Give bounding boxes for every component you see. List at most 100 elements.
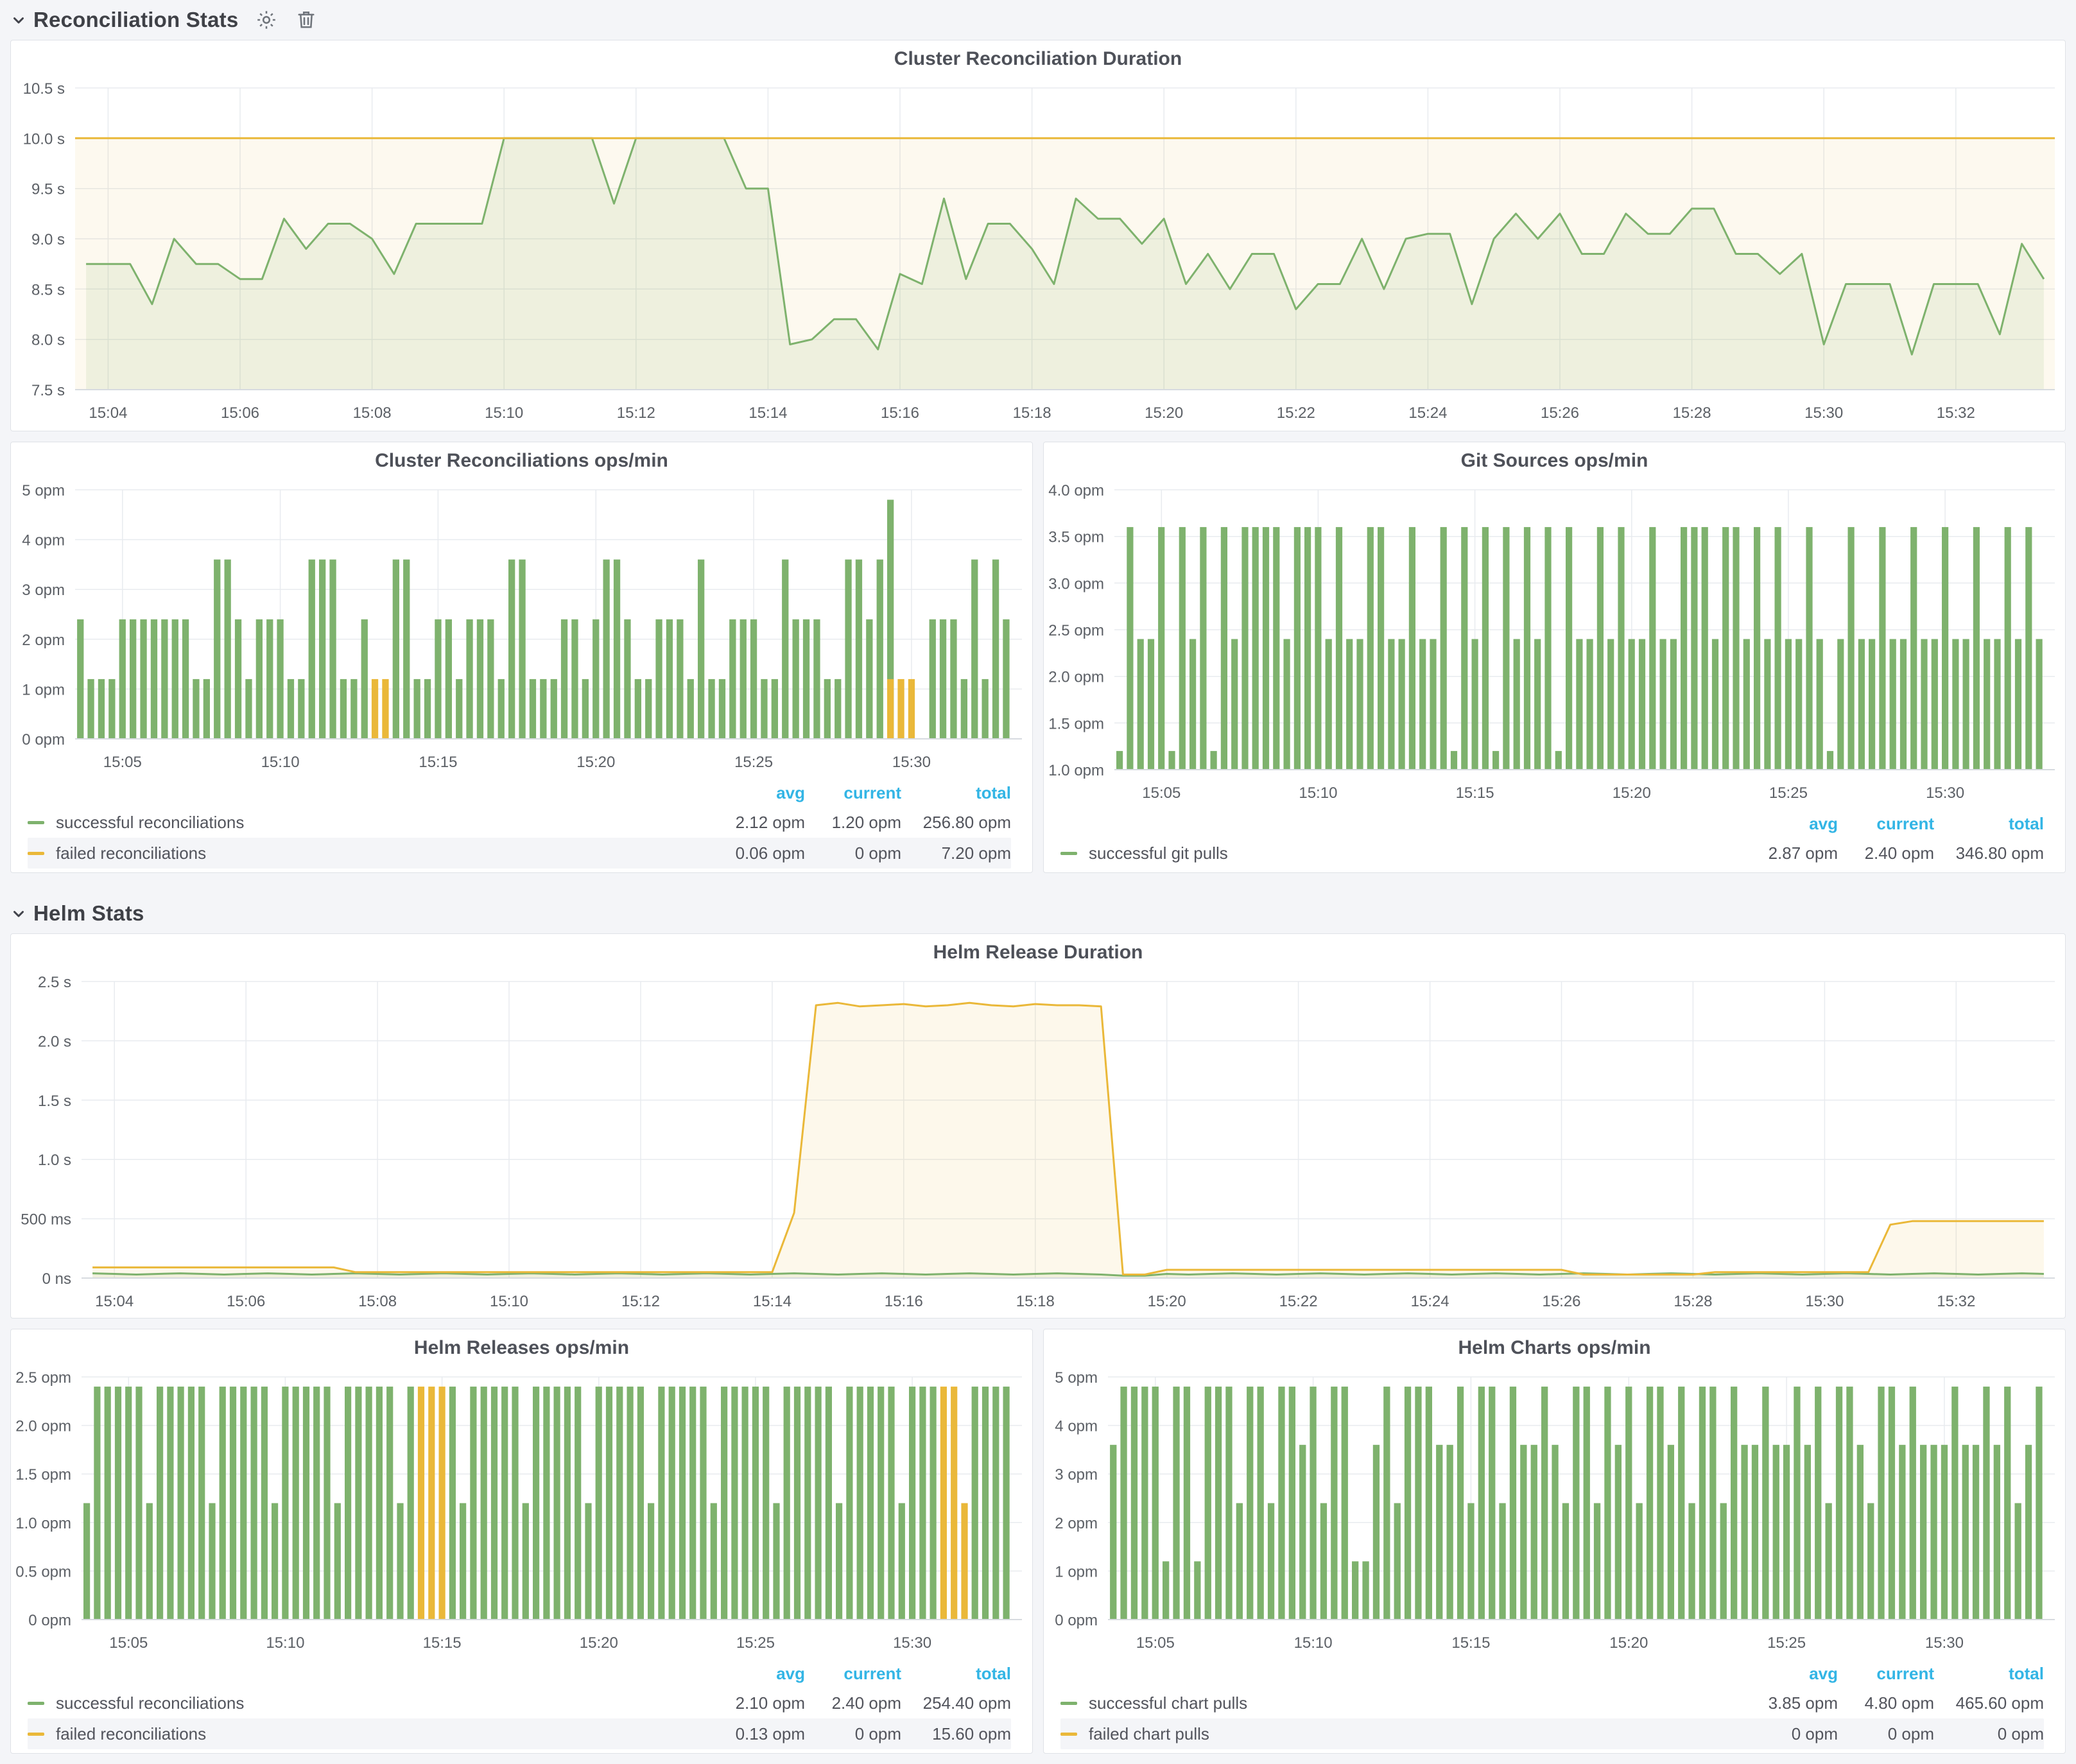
cluster-reconciliation-duration-chart[interactable]: 10.5 s10.0 s9.5 s9.0 s8.5 s8.0 s7.5 s15:… <box>11 78 2065 429</box>
panel-title[interactable]: Helm Charts ops/min <box>1044 1329 2065 1367</box>
helm-releases-ops-chart[interactable]: 2.5 opm2.0 opm1.5 opm1.0 opm0.5 opm0 opm… <box>11 1367 1032 1657</box>
series-avg: 2.12 opm <box>677 813 805 833</box>
cluster-reconciliations-ops-chart[interactable]: 5 opm4 opm3 opm2 opm1 opm0 opm15:0515:10… <box>11 480 1032 776</box>
series-total: 254.40 opm <box>901 1693 1011 1713</box>
helm-charts-ops-chart[interactable]: 5 opm4 opm3 opm2 opm1 opm0 opm15:0515:10… <box>1044 1367 2065 1657</box>
svg-text:15:04: 15:04 <box>95 1293 134 1310</box>
svg-text:15:14: 15:14 <box>753 1293 791 1310</box>
svg-text:15:32: 15:32 <box>1937 1293 1975 1310</box>
series-marker <box>28 821 44 824</box>
legend: avg current total successful git pulls 2… <box>1044 807 2065 874</box>
series-name[interactable]: failed chart pulls <box>1089 1724 1709 1744</box>
svg-text:7.5 s: 7.5 s <box>31 382 65 399</box>
section-title: Helm Stats <box>33 901 144 926</box>
svg-text:15:08: 15:08 <box>353 404 392 422</box>
section-title: Reconciliation Stats <box>33 8 238 32</box>
series-name[interactable]: successful git pulls <box>1089 843 1709 863</box>
svg-text:1.5 s: 1.5 s <box>38 1093 71 1110</box>
svg-text:1 opm: 1 opm <box>22 681 65 698</box>
legend-col-current[interactable]: current <box>1838 1664 1934 1684</box>
svg-text:1.0 opm: 1.0 opm <box>1048 762 1104 779</box>
svg-text:8.0 s: 8.0 s <box>31 332 65 349</box>
svg-text:15:30: 15:30 <box>892 754 931 771</box>
legend-col-total[interactable]: total <box>1934 814 2044 834</box>
panel-title[interactable]: Helm Release Duration <box>11 934 2065 971</box>
series-name[interactable]: successful reconciliations <box>56 1693 677 1713</box>
svg-text:2 opm: 2 opm <box>22 632 65 649</box>
series-marker <box>1060 1733 1077 1736</box>
svg-text:15:16: 15:16 <box>885 1293 923 1310</box>
series-current: 2.40 opm <box>805 1693 901 1713</box>
legend-col-total[interactable]: total <box>1934 1664 2044 1684</box>
svg-text:5 opm: 5 opm <box>1055 1369 1098 1387</box>
svg-text:15:12: 15:12 <box>617 404 655 422</box>
legend-row: successful chart pulls 3.85 opm 4.80 opm… <box>1060 1688 2044 1718</box>
svg-text:15:16: 15:16 <box>881 404 919 422</box>
svg-text:15:20: 15:20 <box>1148 1293 1186 1310</box>
panel-title[interactable]: Cluster Reconciliation Duration <box>11 40 2065 78</box>
svg-text:15:26: 15:26 <box>1541 404 1579 422</box>
panel-cluster-reconciliations-ops: Cluster Reconciliations ops/min 5 opm4 o… <box>10 442 1033 873</box>
svg-text:15:10: 15:10 <box>261 754 300 771</box>
svg-text:15:18: 15:18 <box>1013 404 1051 422</box>
svg-text:15:14: 15:14 <box>748 404 787 422</box>
series-avg: 0.13 opm <box>677 1724 805 1744</box>
svg-text:15:26: 15:26 <box>1542 1293 1580 1310</box>
svg-text:15:20: 15:20 <box>576 754 615 771</box>
svg-text:15:28: 15:28 <box>1673 404 1711 422</box>
series-avg: 2.87 opm <box>1709 843 1838 863</box>
panel-helm-release-duration: Helm Release Duration 2.5 s2.0 s1.5 s1.0… <box>10 933 2066 1319</box>
svg-text:1.5 opm: 1.5 opm <box>15 1466 71 1483</box>
legend-col-current[interactable]: current <box>805 783 901 803</box>
legend-row: failed reconciliations 0.06 opm 0 opm 7.… <box>28 838 1011 869</box>
svg-text:15:06: 15:06 <box>221 404 259 422</box>
series-avg: 0.06 opm <box>677 843 805 863</box>
svg-text:4 opm: 4 opm <box>22 532 65 549</box>
panel-title[interactable]: Helm Releases ops/min <box>11 1329 1032 1367</box>
svg-text:15:24: 15:24 <box>1408 404 1447 422</box>
svg-text:15:05: 15:05 <box>103 754 142 771</box>
legend-col-avg[interactable]: avg <box>677 783 805 803</box>
series-name[interactable]: failed reconciliations <box>56 1724 677 1744</box>
legend-col-total[interactable]: total <box>901 783 1011 803</box>
svg-text:15:30: 15:30 <box>1925 1634 1964 1652</box>
gear-icon[interactable] <box>255 8 278 31</box>
helm-release-duration-chart[interactable]: 2.5 s2.0 s1.5 s1.0 s500 ms0 ns15:0415:06… <box>11 971 2065 1318</box>
svg-text:9.5 s: 9.5 s <box>31 181 65 198</box>
series-total: 256.80 opm <box>901 813 1011 833</box>
svg-text:15:10: 15:10 <box>266 1634 304 1652</box>
series-name[interactable]: successful reconciliations <box>56 813 677 833</box>
panel-title[interactable]: Cluster Reconciliations ops/min <box>11 442 1032 480</box>
series-name[interactable]: failed reconciliations <box>56 843 677 863</box>
legend-row: failed chart pulls 0 opm 0 opm 0 opm <box>1060 1718 2044 1749</box>
svg-text:2.0 s: 2.0 s <box>38 1033 71 1050</box>
svg-text:15:30: 15:30 <box>893 1634 931 1652</box>
svg-text:1 opm: 1 opm <box>1055 1563 1098 1580</box>
svg-text:4.0 opm: 4.0 opm <box>1048 482 1104 499</box>
legend-col-current[interactable]: current <box>1838 814 1934 834</box>
git-sources-ops-chart[interactable]: 4.0 opm3.5 opm3.0 opm2.5 opm2.0 opm1.5 o… <box>1044 480 2065 807</box>
trash-icon[interactable] <box>295 8 318 31</box>
legend-header: avg current total <box>28 1659 1011 1688</box>
series-name[interactable]: successful chart pulls <box>1089 1693 1709 1713</box>
svg-text:15:15: 15:15 <box>1456 784 1494 802</box>
series-avg: 3.85 opm <box>1709 1693 1838 1713</box>
legend-header: avg current total <box>1060 1659 2044 1688</box>
legend-col-avg[interactable]: avg <box>677 1664 805 1684</box>
svg-text:0 opm: 0 opm <box>1055 1612 1098 1629</box>
section-header-reconciliation-stats[interactable]: Reconciliation Stats <box>10 0 2066 40</box>
legend-col-total[interactable]: total <box>901 1664 1011 1684</box>
series-current: 1.20 opm <box>805 813 901 833</box>
svg-text:0 ns: 0 ns <box>42 1270 71 1288</box>
panel-title[interactable]: Git Sources ops/min <box>1044 442 2065 480</box>
series-avg: 2.10 opm <box>677 1693 805 1713</box>
svg-text:1.5 opm: 1.5 opm <box>1048 715 1104 732</box>
series-total: 15.60 opm <box>901 1724 1011 1744</box>
section-header-helm-stats[interactable]: Helm Stats <box>10 894 2066 933</box>
svg-text:15:04: 15:04 <box>89 404 127 422</box>
legend-col-avg[interactable]: avg <box>1709 1664 1838 1684</box>
svg-text:15:18: 15:18 <box>1016 1293 1055 1310</box>
svg-text:15:15: 15:15 <box>419 754 457 771</box>
legend-col-current[interactable]: current <box>805 1664 901 1684</box>
legend-col-avg[interactable]: avg <box>1709 814 1838 834</box>
